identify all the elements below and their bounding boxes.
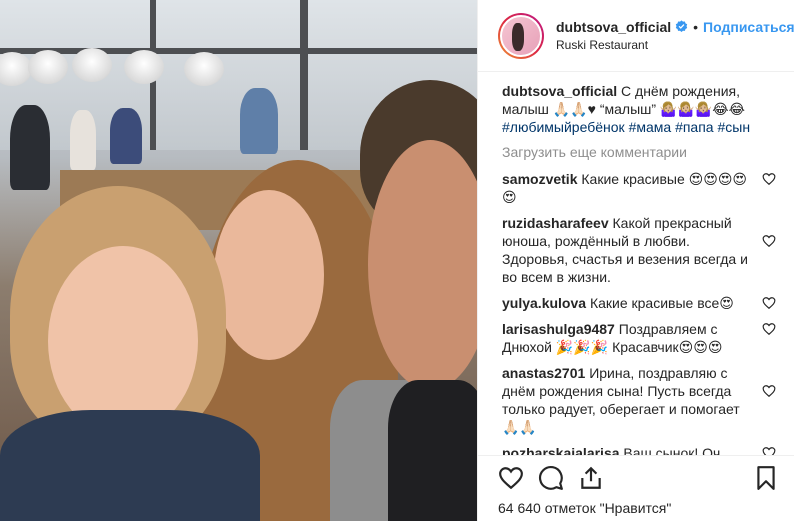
comment-username[interactable]: anastas2701 (502, 365, 585, 381)
follow-button[interactable]: Подписаться (703, 18, 794, 36)
hashtag-link[interactable]: #любимыйребёнок (502, 119, 625, 135)
caption-username[interactable]: dubtsova_official (502, 83, 617, 99)
verified-badge-icon (675, 20, 688, 32)
comment-like-heart-icon[interactable] (762, 234, 776, 248)
comment-bubble-icon[interactable] (538, 465, 564, 491)
username-link[interactable]: dubtsova_official (556, 18, 671, 36)
comment-like-heart-icon[interactable] (762, 322, 776, 336)
hashtag-link[interactable]: #сын (717, 119, 750, 135)
post-caption: dubtsova_official С днём рождения, малыш… (502, 82, 778, 136)
photo-lamp (72, 48, 112, 82)
action-icons-row (498, 462, 779, 494)
photo-lamp (184, 52, 224, 86)
comment-username[interactable]: samozvetik (502, 171, 577, 187)
avatar[interactable] (498, 12, 544, 59)
comment-like-heart-icon[interactable] (762, 384, 776, 398)
photo-lamp (28, 50, 68, 84)
comment-text: Какие красивые все😍 (589, 295, 734, 311)
comment-username[interactable]: pozharskaialarisa (502, 445, 620, 455)
post-side-panel: dubtsova_official • Подписаться Ruski Re… (477, 0, 794, 521)
comment-text: Ваш сынок! Оч (623, 445, 721, 455)
photo-background-person (70, 110, 96, 170)
location-link[interactable]: Ruski Restaurant (556, 36, 794, 54)
photo-beam (0, 48, 477, 54)
header-text: dubtsova_official • Подписаться Ruski Re… (556, 18, 794, 54)
photo-beam (300, 0, 308, 150)
comment-item: pozharskaialarisa Ваш сынок! Оч (502, 444, 778, 455)
comment-item: ruzidasharafeev Какой прекрасный юноша, … (502, 214, 778, 286)
photo-face (214, 190, 324, 360)
comment-like-heart-icon[interactable] (762, 296, 776, 310)
comment-like-heart-icon[interactable] (762, 172, 776, 186)
comment-like-heart-icon[interactable] (762, 446, 776, 455)
comment-item: yulya.kulova Какие красивые все😍 (502, 294, 778, 312)
avatar-image (500, 14, 542, 57)
post-photo[interactable] (0, 0, 477, 521)
hashtag-link[interactable]: #мама (629, 119, 672, 135)
heart-icon[interactable] (498, 465, 524, 491)
photo-hoodie (0, 410, 260, 521)
comment-username[interactable]: ruzidasharafeev (502, 215, 609, 231)
post-actions: 64 640 отметок "Нравится" (478, 455, 794, 521)
photo-shirt (388, 380, 477, 521)
comments-list[interactable]: dubtsova_official С днём рождения, малыш… (478, 72, 794, 455)
photo-background-person (110, 108, 142, 164)
comment-item: larisashulga9487 Поздравляем с Днюхой 🎉🎉… (502, 320, 778, 356)
comment-item: anastas2701 Ирина, поздравляю с днём рож… (502, 364, 778, 436)
header-line: dubtsova_official • Подписаться (556, 18, 794, 36)
comment-username[interactable]: yulya.kulova (502, 295, 586, 311)
comment-username[interactable]: larisashulga9487 (502, 321, 615, 337)
load-more-comments-button[interactable]: Загрузить еще комментарии (502, 144, 778, 160)
photo-background-person (10, 105, 50, 190)
share-upload-icon[interactable] (578, 465, 604, 491)
likes-count[interactable]: 64 640 отметок "Нравится" (498, 500, 779, 516)
comment-item: samozvetik Какие красивые 😍😍😍😍😍 (502, 170, 778, 206)
photo-face (48, 246, 198, 436)
post-header: dubtsova_official • Подписаться Ruski Re… (478, 0, 794, 72)
separator-dot: • (693, 18, 699, 35)
hashtag-link[interactable]: #папа (675, 119, 714, 135)
photo-lamp (124, 50, 164, 84)
photo-background-person (240, 88, 278, 154)
bookmark-icon[interactable] (753, 465, 779, 491)
